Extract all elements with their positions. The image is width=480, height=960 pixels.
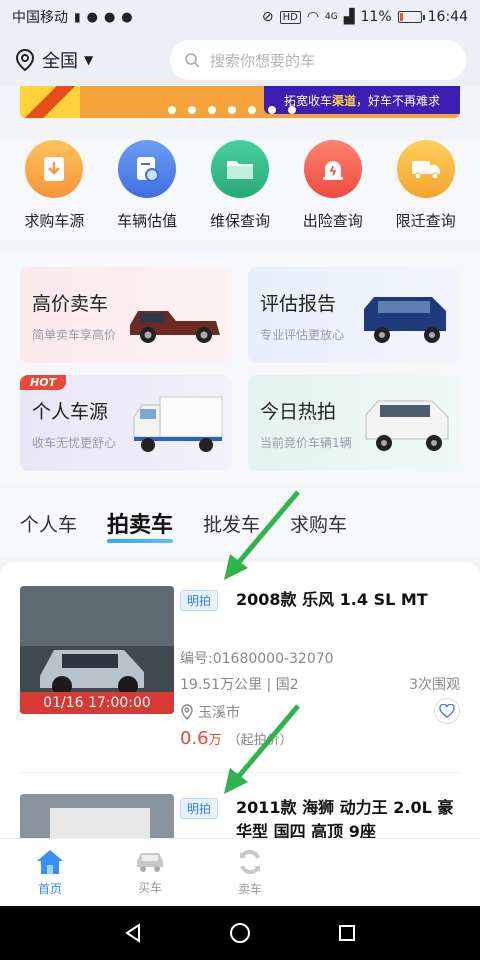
hd-icon: HD (279, 10, 301, 24)
car-photo (20, 794, 174, 838)
card-assessment[interactable]: 评估报告 专业评估更放心 (248, 267, 460, 363)
location-pin-icon (15, 48, 35, 72)
banner-text-highlight: 渠道 (331, 93, 356, 108)
battery-percent: 11% (360, 9, 392, 25)
quick-label: 限迁查询 (395, 212, 456, 230)
nav-label: 首页 (37, 882, 62, 896)
quick-label: 车辆估值 (117, 212, 178, 230)
feature-cards: 高价卖车 简单卖车享高价 评估报告 专业评估更放心 HOT 个人车源 收车无忧更… (0, 255, 480, 485)
quick-item-transfer-limit[interactable]: 限迁查询 (381, 140, 471, 240)
page-dot (228, 106, 236, 114)
page-dot (188, 106, 196, 114)
nav-label: 买车 (137, 881, 162, 895)
wifi-icon: ◠ (306, 9, 320, 25)
nav-home[interactable]: 首页 (0, 839, 100, 906)
status-bar: 中国移动 ▮ ● ● ● ⊘ HD ◠ 4G ▟ 11% 16:44 (0, 0, 480, 34)
network-label: 4G (325, 12, 338, 22)
recents-icon[interactable] (335, 921, 359, 945)
message-icon: ● (121, 9, 133, 25)
system-nav-bar (0, 906, 480, 960)
quick-label: 出险查询 (302, 212, 363, 230)
card-hot-auction[interactable]: 今日热拍 当前竞价车辆1辆 (248, 375, 460, 471)
car-photo-image (20, 794, 174, 838)
annotation-arrow (224, 490, 300, 580)
quick-menu: 求购车源 车辆估值 维保查询 出险查询 限迁查询 (0, 140, 480, 240)
listing-views: 3次围观 (409, 677, 460, 693)
auction-badge: 明拍 (180, 798, 219, 819)
carrier-text: 中国移动 (12, 10, 68, 26)
search-placeholder: 搜索你想要的车 (210, 51, 316, 70)
location-pin-icon (181, 704, 193, 720)
truck-icon (396, 140, 455, 198)
van-image (364, 297, 446, 343)
location-label: 全国 (42, 51, 78, 72)
page-dot (168, 106, 176, 114)
card-personal-source[interactable]: HOT 个人车源 收车无忧更舒心 (20, 375, 232, 471)
tab-personal[interactable]: 个人车 (20, 510, 77, 537)
card-sell-high[interactable]: 高价卖车 简单卖车享高价 (20, 267, 232, 363)
search-input[interactable]: 搜索你想要的车 (170, 40, 466, 80)
tab-auction[interactable]: 拍卖车 (107, 507, 174, 543)
search-icon (185, 53, 200, 68)
auction-badge: 明拍 (180, 590, 219, 611)
caret-down-icon: ▼ (84, 53, 94, 67)
page-dot (268, 106, 276, 114)
quick-label: 求购车源 (24, 212, 85, 230)
pickup-truck-image (130, 311, 220, 343)
quick-item-insurance[interactable]: 出险查询 (288, 140, 378, 240)
banner-pagination (168, 106, 296, 114)
battery-icon (397, 11, 425, 23)
home-button-icon[interactable] (228, 921, 252, 945)
mute-icon: ⊘ (261, 9, 274, 25)
location-selector[interactable]: 全国 ▼ (14, 47, 93, 73)
bottom-nav: 首页 买车 卖车 (0, 838, 480, 906)
car-icon (137, 853, 163, 872)
quick-item-buy-request[interactable]: 求购车源 (9, 140, 99, 240)
annotation-arrow (224, 704, 300, 794)
banner-graphic (20, 86, 80, 118)
nav-sell[interactable]: 卖车 (200, 839, 300, 906)
listing-mileage: 19.51万公里 | 国2 (180, 677, 299, 693)
sim-icon: ▮ (74, 10, 81, 24)
folder-icon (210, 140, 269, 198)
white-van-image (365, 400, 449, 451)
page-dot (248, 106, 256, 114)
listing-code: 编号:01680000-32070 (180, 651, 334, 667)
clock: 16:44 (427, 9, 468, 25)
valuation-icon (118, 140, 177, 198)
refresh-icon (240, 850, 260, 874)
signal-icon: ▟ (343, 9, 355, 25)
list-item[interactable]: 明拍 2011款 海狮 动力王 2.0L 豪华型 国四 高顶 9座 (20, 794, 460, 838)
favorite-button[interactable] (434, 698, 460, 724)
price-value: 0.6 (180, 728, 209, 749)
quick-label: 维保查询 (209, 212, 270, 230)
wechat-icon: ● (103, 9, 116, 25)
listing-title: 2011款 海狮 动力王 2.0L 豪华型 国四 高顶 9座 (236, 798, 454, 838)
box-truck-image (133, 396, 223, 452)
qq-icon: ● (86, 9, 98, 25)
auction-time: 01/16 17:00:00 (20, 692, 174, 714)
page-dot (288, 106, 296, 114)
top-bar: 全国 ▼ 搜索你想要的车 (0, 34, 480, 86)
quick-item-maintenance[interactable]: 维保查询 (195, 140, 285, 240)
listing-title: 2008款 乐风 1.4 SL MT (236, 590, 428, 609)
back-icon[interactable] (121, 921, 145, 945)
home-icon (37, 850, 63, 874)
hot-badge: HOT (20, 375, 67, 390)
page-dot (208, 106, 216, 114)
alarm-icon (303, 140, 362, 198)
nav-label: 卖车 (237, 882, 262, 896)
nav-buy[interactable]: 买车 (100, 839, 200, 906)
heart-icon (439, 704, 455, 718)
download-icon (25, 140, 84, 198)
car-photo: 01/16 17:00:00 (20, 586, 174, 714)
banner-text-post: ，好车不再难求 (356, 93, 441, 108)
quick-item-valuation[interactable]: 车辆估值 (102, 140, 192, 240)
